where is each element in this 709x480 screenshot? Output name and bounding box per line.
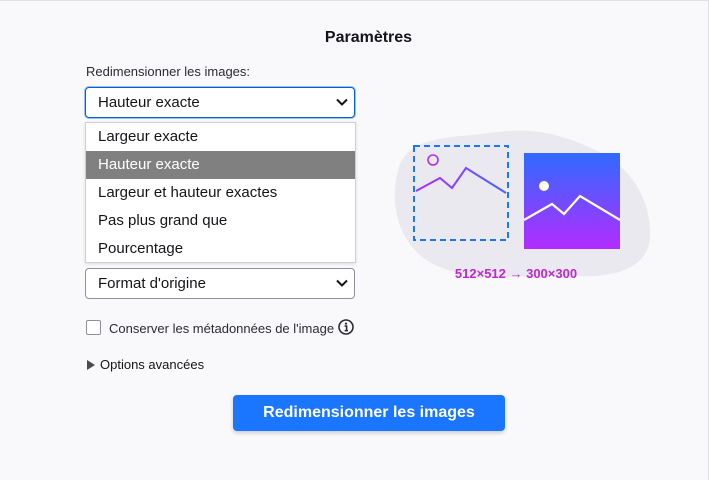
advanced-options-label: Options avancées (100, 357, 205, 372)
format-value: Format d'origine (98, 275, 206, 292)
keep-metadata-label: Conserver les métadonnées de l'image (109, 321, 335, 336)
resized-image-icon (523, 153, 621, 249)
dimensions-text: 512×512 → 300×300 (454, 266, 578, 281)
option-largeur-et-hauteur[interactable]: Largeur et hauteur exactes (86, 179, 355, 207)
resize-illustration (394, 130, 651, 277)
page-title: Paramètres (324, 29, 413, 46)
resize-mode-dropdown-list: Largeur exacte Hauteur exacte Largeur et… (85, 122, 356, 263)
chevron-down-icon (336, 98, 348, 106)
keep-metadata-checkbox[interactable] (86, 320, 101, 335)
option-pourcentage[interactable]: Pourcentage (86, 235, 355, 263)
window-top-border (0, 0, 709, 1)
format-select[interactable]: Format d'origine (85, 268, 355, 299)
chevron-down-icon (336, 279, 348, 287)
resize-mode-select[interactable]: Hauteur exacte (85, 87, 355, 118)
resize-mode-label: Redimensionner les images: (86, 64, 251, 79)
disclosure-triangle-icon (87, 360, 95, 370)
resize-images-button[interactable]: Redimensionner les images (233, 395, 505, 431)
advanced-options-toggle[interactable]: Options avancées (87, 357, 204, 372)
option-pas-plus-grand[interactable]: Pas plus grand que (86, 207, 355, 235)
resize-mode-value: Hauteur exacte (98, 94, 200, 111)
option-largeur-exacte[interactable]: Largeur exacte (86, 123, 355, 151)
info-icon[interactable] (338, 319, 354, 335)
option-hauteur-exacte[interactable]: Hauteur exacte (86, 151, 355, 179)
